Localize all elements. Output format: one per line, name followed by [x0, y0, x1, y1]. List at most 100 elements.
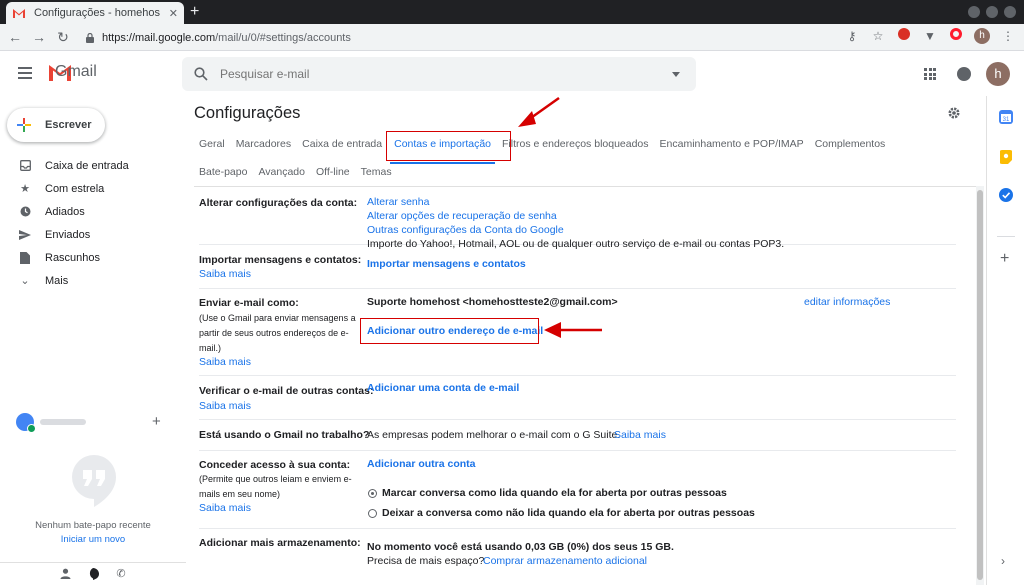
send-as-note: (Use o Gmail para enviar mensagens a par…: [199, 313, 356, 353]
window-close-icon[interactable]: [1004, 6, 1016, 18]
back-icon[interactable]: ←: [6, 28, 24, 46]
sidebar-nav: Caixa de entrada ★ Com estrela Adiados E…: [0, 154, 170, 292]
svg-text:31: 31: [1003, 117, 1010, 123]
minimize-icon[interactable]: [968, 6, 980, 18]
browser-profile-avatar[interactable]: h: [974, 28, 990, 44]
import-mail-contacts-link[interactable]: Importar mensagens e contatos: [367, 258, 526, 270]
chevron-right-icon[interactable]: ›: [1001, 554, 1005, 568]
get-addons-plus-icon[interactable]: +: [1000, 250, 1009, 268]
extension-red-icon[interactable]: [896, 28, 912, 44]
tab-filters[interactable]: Filtros e endereços bloqueados: [502, 138, 649, 150]
gear-icon[interactable]: [947, 106, 961, 120]
side-panel-divider: [997, 236, 1015, 237]
grant-access-label: Conceder acesso à sua conta:: [199, 459, 351, 471]
google-account-settings-link[interactable]: Outras configurações da Conta do Google: [367, 224, 564, 236]
storage-need-more: Precisa de mais espaço?: [367, 555, 485, 567]
forward-icon[interactable]: →: [30, 28, 48, 46]
calendar-icon[interactable]: 31: [999, 110, 1013, 124]
send-as-learn-more-link[interactable]: Saiba mais: [199, 356, 251, 368]
keep-icon[interactable]: [999, 150, 1013, 164]
settings-tabs-row-1: Geral Marcadores Caixa de entrada Contas…: [199, 138, 896, 164]
key-icon[interactable]: ⚷: [844, 28, 860, 44]
chevron-down-icon: ⌄: [20, 275, 30, 287]
toolbar-right: ⚷ ☆ ▼ h ⋮: [844, 28, 1016, 44]
contacts-icon[interactable]: [59, 568, 71, 580]
buy-storage-link[interactable]: Comprar armazenamento adicional: [483, 555, 647, 567]
main-menu-icon[interactable]: [18, 67, 32, 79]
import-learn-more-link[interactable]: Saiba mais: [199, 268, 251, 280]
url-text: https://mail.google.com/mail/u/0/#settin…: [102, 32, 351, 44]
reload-icon[interactable]: ↻: [54, 28, 72, 46]
tab-themes[interactable]: Temas: [361, 166, 392, 178]
tabs-divider: [194, 186, 976, 187]
browser-menu-icon[interactable]: ⋮: [1000, 28, 1016, 44]
hangouts-icon[interactable]: [87, 568, 99, 580]
search-icon[interactable]: [194, 67, 208, 81]
tab-addons[interactable]: Complementos: [815, 138, 886, 150]
tab-forwarding[interactable]: Encaminhamento e POP/IMAP: [660, 138, 804, 150]
leave-unread-radio[interactable]: [368, 509, 377, 518]
browser-tab-strip: Configurações - homehos ✕ +: [0, 0, 1024, 24]
leave-unread-label[interactable]: Deixar a conversa como não lida quando e…: [382, 507, 755, 519]
new-tab-button[interactable]: +: [190, 3, 199, 21]
storage-usage: No momento você está usando 0,03 GB (0%)…: [367, 541, 674, 553]
apps-grid-icon[interactable]: [924, 68, 936, 80]
search-options-icon[interactable]: [672, 71, 680, 77]
chat-user[interactable]: [16, 412, 170, 433]
row-divider: [199, 528, 956, 529]
address-bar[interactable]: https://mail.google.com/mail/u/0/#settin…: [80, 27, 892, 48]
add-another-account-link[interactable]: Adicionar outra conta: [367, 458, 476, 470]
sidebar-item-snoozed[interactable]: Adiados: [0, 200, 170, 223]
gmail-logo[interactable]: Gmail: [47, 62, 97, 82]
url-path: /mail/u/0/#settings/accounts: [215, 31, 351, 44]
grant-learn-more-link[interactable]: Saiba mais: [199, 502, 251, 514]
search-bar[interactable]: [182, 57, 696, 91]
sidebar-item-more[interactable]: ⌄ Mais: [0, 269, 170, 292]
check-mail-learn-more-link[interactable]: Saiba mais: [199, 400, 251, 412]
row-divider: [199, 288, 956, 289]
sidebar-item-inbox[interactable]: Caixa de entrada: [0, 154, 170, 177]
notifications-icon[interactable]: [957, 67, 971, 81]
tab-general[interactable]: Geral: [199, 138, 225, 150]
side-panel: 31 + ›: [986, 96, 1024, 585]
start-new-chat-link[interactable]: Iniciar um novo: [0, 534, 186, 545]
no-chat-text: Nenhum bate-papo recente: [35, 520, 151, 531]
add-mail-account-link[interactable]: Adicionar uma conta de e-mail: [367, 382, 519, 394]
tab-advanced[interactable]: Avançado: [258, 166, 305, 178]
sidebar-item-starred[interactable]: ★ Com estrela: [0, 177, 170, 200]
tab-close-icon[interactable]: ✕: [169, 7, 178, 20]
sidebar-item-sent[interactable]: Enviados: [0, 223, 170, 246]
recovery-options-link[interactable]: Alterar opções de recuperação de senha: [367, 210, 557, 222]
tab-offline[interactable]: Off-line: [316, 166, 350, 178]
settings-tabs-row-2: Bate-papo Avançado Off-line Temas: [199, 166, 403, 178]
browser-tab[interactable]: Configurações - homehos ✕: [6, 2, 184, 24]
edit-info-link[interactable]: editar informações: [804, 296, 890, 308]
bookmark-star-icon[interactable]: ☆: [870, 28, 886, 44]
gmail-favicon-icon: [13, 9, 25, 18]
account-avatar[interactable]: h: [986, 62, 1010, 86]
sidebar-item-drafts[interactable]: Rascunhos: [0, 246, 170, 269]
gsuite-learn-more-link[interactable]: Saiba mais: [614, 429, 666, 441]
phone-icon[interactable]: ✆: [115, 568, 127, 580]
compose-button[interactable]: Escrever: [7, 108, 105, 142]
opera-icon[interactable]: [948, 28, 964, 44]
change-password-link[interactable]: Alterar senha: [367, 196, 429, 208]
scrollbar-thumb[interactable]: [977, 190, 983, 580]
tasks-icon[interactable]: [999, 188, 1013, 202]
extension-v-icon[interactable]: ▼: [922, 28, 938, 44]
search-input[interactable]: [220, 67, 672, 81]
maximize-icon[interactable]: [986, 6, 998, 18]
url-host: https://mail.google.com: [102, 31, 216, 44]
gmail-header: Gmail h: [0, 52, 1024, 96]
tab-inbox[interactable]: Caixa de entrada: [302, 138, 382, 150]
mark-read-radio[interactable]: [368, 489, 377, 498]
main-scrollbar[interactable]: [976, 186, 984, 585]
mark-read-label[interactable]: Marcar conversa como lida quando ela for…: [382, 487, 727, 499]
page-title: Configurações: [194, 104, 301, 122]
tab-chat[interactable]: Bate-papo: [199, 166, 247, 178]
chat-add-icon[interactable]: +: [152, 413, 161, 430]
chat-user-avatar: [16, 413, 36, 433]
tab-labels[interactable]: Marcadores: [236, 138, 291, 150]
account-settings-label: Alterar configurações da conta:: [199, 197, 358, 209]
browser-tab-title: Configurações - homehos: [34, 7, 160, 19]
